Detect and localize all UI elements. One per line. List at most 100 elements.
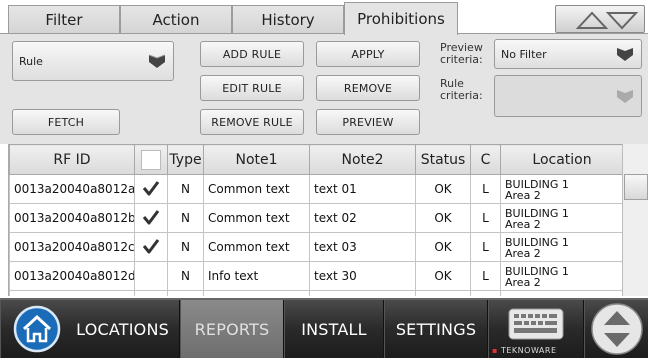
brand-name: TEKNOWARE xyxy=(500,346,557,355)
cell-note1: Common text xyxy=(203,203,310,233)
tab-filter[interactable]: Filter xyxy=(8,5,120,34)
cell-status: OK xyxy=(415,261,471,291)
cell-note2: text 03 xyxy=(309,232,416,262)
column-header-location[interactable]: Location xyxy=(500,144,622,175)
cell-c: L xyxy=(470,203,501,233)
cell-rfid: 0013a20040a8012d xyxy=(9,261,135,291)
nav-settings-label: SETTINGS xyxy=(395,319,477,339)
location-line2: Area 2 xyxy=(505,217,541,231)
cell-rfid: 0013a20040a8012b xyxy=(9,203,135,233)
cell-location: BUILDING 1 xyxy=(500,290,622,296)
cell-location: BUILDING 1 Area 2 xyxy=(500,174,622,204)
preview-criteria-value: No Filter xyxy=(501,47,547,61)
scroll-up-down-button[interactable] xyxy=(584,300,648,358)
cell-location: BUILDING 1 Area 2 xyxy=(500,203,622,233)
cell-note2: text 02 xyxy=(309,203,416,233)
checkmark-icon xyxy=(142,209,160,224)
scrollbar-thumb[interactable] xyxy=(624,174,648,200)
chevron-down-icon xyxy=(617,48,633,61)
table-row[interactable]: 0013a20040a8012b N Common text text 02 O… xyxy=(9,203,622,233)
column-header-rfid[interactable]: RF ID xyxy=(9,144,135,175)
table-row[interactable]: 0013a20040a8012a N Common text text 01 O… xyxy=(9,174,622,204)
rule-select[interactable]: Rule xyxy=(12,41,174,81)
column-header-note2[interactable]: Note2 xyxy=(309,144,416,175)
cell-c: L xyxy=(470,261,501,291)
up-down-arrows-icon xyxy=(575,11,639,30)
cell-note1: Common text xyxy=(203,174,310,204)
fetch-button[interactable]: FETCH xyxy=(12,109,120,135)
cell-checkbox[interactable] xyxy=(134,203,168,233)
select-all-checkbox[interactable] xyxy=(141,149,161,170)
location-line1: BUILDING 1 xyxy=(505,206,569,220)
cell-location: BUILDING 1 Area 2 xyxy=(500,261,622,291)
rule-select-value: Rule xyxy=(19,54,43,68)
up-down-arrow-icon xyxy=(590,303,643,355)
cell-checkbox[interactable] xyxy=(134,290,168,296)
nav-install-button[interactable]: INSTALL xyxy=(284,300,384,358)
nav-reports-label: REPORTS xyxy=(194,319,270,339)
nav-settings-button[interactable]: SETTINGS xyxy=(384,300,488,358)
apply-button[interactable]: APPLY xyxy=(316,41,420,67)
edit-rule-button[interactable]: EDIT RULE xyxy=(200,75,304,101)
column-header-status[interactable]: Status xyxy=(415,144,471,175)
location-line2: Area 2 xyxy=(505,188,541,202)
nav-reports-button[interactable]: REPORTS xyxy=(180,300,284,358)
cell-type: N xyxy=(167,174,204,204)
remove-button[interactable]: REMOVE xyxy=(316,75,420,101)
preview-criteria-select[interactable]: No Filter xyxy=(494,39,642,69)
cell-type xyxy=(167,290,204,296)
cell-type: N xyxy=(167,203,204,233)
toolbar-panel: Rule FETCH ADD RULE EDIT RULE REMOVE RUL… xyxy=(0,34,648,144)
cell-checkbox[interactable] xyxy=(134,232,168,262)
preview-button[interactable]: PREVIEW xyxy=(316,109,420,135)
tab-bar: Filter Action History Prohibitions xyxy=(0,0,648,35)
location-line2: Area 2 xyxy=(505,275,541,289)
cell-note1 xyxy=(203,290,310,296)
cell-c: L xyxy=(470,174,501,204)
cell-location: BUILDING 1 Area 2 xyxy=(500,232,622,262)
cell-note1: Info text xyxy=(203,261,310,291)
cell-rfid: 0013a20040a8012c xyxy=(9,232,135,262)
cell-type: N xyxy=(167,232,204,262)
chevron-down-icon xyxy=(617,90,633,103)
cell-status: OK xyxy=(415,232,471,262)
home-icon xyxy=(13,305,61,353)
cell-c xyxy=(470,290,501,296)
chevron-down-icon xyxy=(148,54,166,68)
cell-note1: Common text xyxy=(203,232,310,262)
table-header-row: RF ID Type Note1 Note2 Status C Location xyxy=(9,144,622,175)
table-row[interactable]: 0013a20040a8012d N Info text text 30 OK … xyxy=(9,261,622,291)
tab-history[interactable]: History xyxy=(232,5,344,34)
location-line1: BUILDING 1 xyxy=(505,235,569,249)
table-row[interactable]: 0013a20040a8012c N Common text text 03 O… xyxy=(9,232,622,262)
scroll-tabs-button[interactable] xyxy=(555,5,645,33)
cell-c: L xyxy=(470,232,501,262)
cell-checkbox[interactable] xyxy=(134,261,168,291)
keyboard-icon xyxy=(508,308,564,340)
table-scrollbar[interactable] xyxy=(622,144,648,296)
nav-locations-label: LOCATIONS xyxy=(76,319,169,339)
cell-note2: text 01 xyxy=(309,174,416,204)
column-header-select[interactable] xyxy=(134,144,168,175)
cell-rfid: 0013a20040a8012a xyxy=(9,174,135,204)
rule-criteria-label: Rule criteria: xyxy=(440,77,483,102)
cell-rfid xyxy=(9,290,135,296)
nav-locations-button[interactable]: LOCATIONS xyxy=(0,300,180,358)
location-line1: BUILDING 1 xyxy=(505,264,569,278)
cell-note2 xyxy=(309,290,416,296)
cell-type: N xyxy=(167,261,204,291)
bottom-navigation: LOCATIONS REPORTS INSTALL SETTINGS ▪ TEK… xyxy=(0,298,648,358)
cell-status: OK xyxy=(415,203,471,233)
column-header-note1[interactable]: Note1 xyxy=(203,144,310,175)
rule-criteria-select[interactable] xyxy=(494,75,642,117)
table-row[interactable]: BUILDING 1 xyxy=(9,290,622,296)
remove-rule-button[interactable]: REMOVE RULE xyxy=(200,109,304,135)
add-rule-button[interactable]: ADD RULE xyxy=(200,41,304,67)
checkmark-icon xyxy=(142,180,160,195)
checkmark-icon xyxy=(142,238,160,253)
tab-prohibitions[interactable]: Prohibitions xyxy=(344,2,458,35)
column-header-c[interactable]: C xyxy=(470,144,501,175)
cell-checkbox[interactable] xyxy=(134,174,168,204)
tab-action[interactable]: Action xyxy=(120,5,232,34)
column-header-type[interactable]: Type xyxy=(167,144,204,175)
